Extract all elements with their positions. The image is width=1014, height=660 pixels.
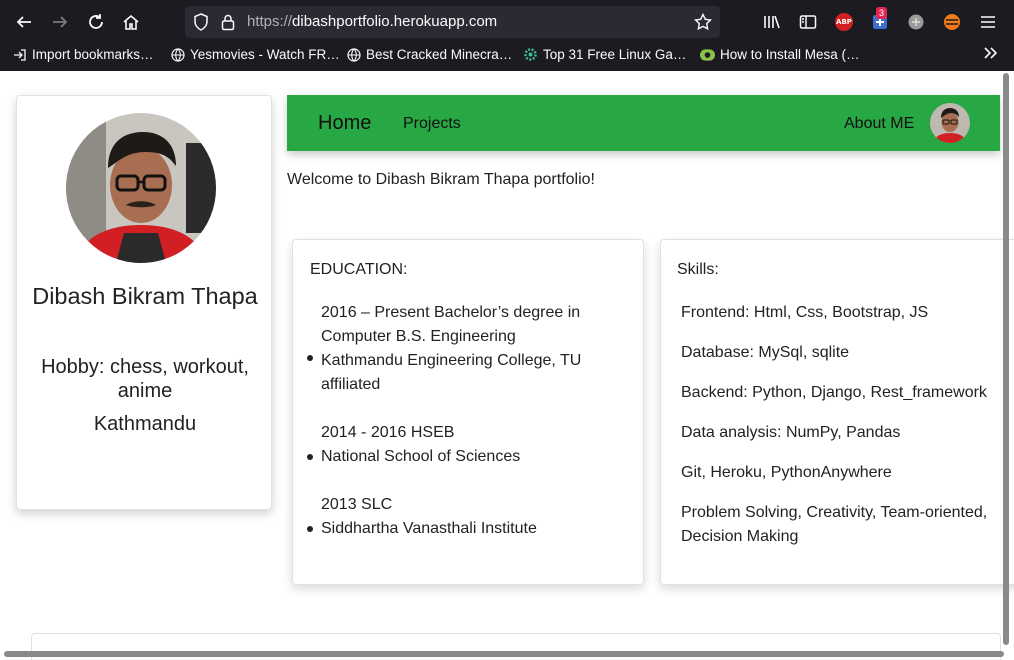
reload-icon bbox=[89, 14, 103, 29]
welcome-text: Welcome to Dibash Bikram Thapa portfolio… bbox=[287, 171, 595, 188]
reload-button[interactable] bbox=[82, 8, 110, 36]
list-item: 2016 – Present Bachelor’s degree in Comp… bbox=[307, 301, 621, 397]
home-button[interactable] bbox=[117, 8, 145, 36]
skills-title: Skills: bbox=[677, 261, 719, 278]
url-text[interactable]: https://dibashportfolio.herokuapp.com bbox=[247, 13, 497, 30]
bullet-icon bbox=[307, 526, 313, 532]
extension-button-2[interactable] bbox=[906, 12, 926, 32]
bookmark-label: Yesmovies - Watch FR… bbox=[190, 47, 340, 62]
bookmark-item[interactable]: Top 31 Free Linux Ga… bbox=[523, 47, 686, 62]
sidebar-icon bbox=[799, 15, 817, 29]
browser-toolbar: https://dibashportfolio.herokuapp.com AB… bbox=[0, 0, 1014, 71]
skill-item: Database: MySql, sqlite bbox=[681, 344, 850, 361]
globe-icon bbox=[346, 47, 361, 62]
bookmark-item[interactable]: Best Cracked Minecra… bbox=[346, 47, 512, 62]
back-button[interactable] bbox=[10, 8, 38, 36]
bookmark-item[interactable]: Yesmovies - Watch FR… bbox=[170, 47, 340, 62]
site-icon bbox=[700, 47, 715, 62]
forward-arrow-icon bbox=[53, 16, 68, 28]
address-bar[interactable]: https://dibashportfolio.herokuapp.com bbox=[185, 6, 720, 38]
hamburger-menu-icon bbox=[981, 16, 995, 28]
library-button[interactable] bbox=[762, 12, 782, 32]
menu-button[interactable] bbox=[978, 12, 998, 32]
lock-icon[interactable] bbox=[221, 13, 235, 31]
extension-button[interactable]: 3 bbox=[870, 7, 890, 32]
bookmark-label: How to Install Mesa (… bbox=[720, 47, 860, 62]
double-chevron-right-icon bbox=[984, 47, 998, 59]
url-scheme: https:// bbox=[247, 13, 293, 30]
bookmark-label: Top 31 Free Linux Ga… bbox=[543, 47, 687, 62]
nav-projects-link[interactable]: Projects bbox=[403, 115, 461, 133]
grey-extension-icon bbox=[908, 14, 924, 30]
skills-card: Skills: Frontend: Html, Css, Bootstrap, … bbox=[660, 239, 1014, 585]
profile-name: Dibash Bikram Thapa bbox=[32, 283, 258, 309]
url-host: dibashportfolio.herokuapp.com bbox=[292, 13, 498, 30]
vertical-scrollbar[interactable] bbox=[1003, 73, 1009, 645]
profile-location: Kathmandu bbox=[93, 413, 197, 435]
library-icon bbox=[764, 15, 780, 29]
skill-item: Problem Solving, Creativity, Team-orient… bbox=[681, 504, 988, 545]
nav-about-link[interactable]: About ME bbox=[844, 115, 914, 133]
profile-photo-icon bbox=[66, 113, 216, 263]
bookmark-item[interactable]: Import bookmarks… bbox=[12, 47, 154, 62]
education-list: 2016 – Present Bachelor’s degree in Comp… bbox=[307, 301, 621, 565]
notification-badge: 3 bbox=[876, 7, 888, 19]
bookmark-star-icon[interactable] bbox=[694, 13, 712, 31]
education-period: 2014 - 2016 HSEB bbox=[321, 424, 455, 441]
skill-item: Backend: Python, Django, Rest_framework bbox=[681, 384, 987, 401]
bookmark-label: Best Cracked Minecra… bbox=[366, 47, 513, 62]
nav-avatar[interactable] bbox=[930, 103, 970, 143]
profile-hobby: Hobby: chess, workout, anime bbox=[41, 356, 249, 402]
forward-button[interactable] bbox=[46, 8, 74, 36]
globe-icon bbox=[170, 47, 185, 62]
education-school: Kathmandu Engineering College, TU affili… bbox=[321, 352, 582, 393]
skill-item: Data analysis: NumPy, Pandas bbox=[681, 424, 901, 441]
list-item: 2014 - 2016 HSEB National School of Scie… bbox=[307, 421, 621, 469]
adblock-button[interactable]: ABP bbox=[834, 12, 854, 32]
profile-card: Dibash Bikram Thapa Hobby: chess, workou… bbox=[16, 95, 272, 510]
nav-home-link[interactable]: Home bbox=[318, 112, 371, 135]
skill-item: Git, Heroku, PythonAnywhere bbox=[681, 464, 892, 481]
import-icon bbox=[12, 47, 27, 62]
shield-icon[interactable] bbox=[193, 13, 209, 31]
bookmarks-overflow-button[interactable] bbox=[983, 46, 999, 60]
extension-button-3[interactable] bbox=[942, 12, 962, 32]
profile-avatar bbox=[66, 113, 216, 263]
education-period: 2013 SLC bbox=[321, 496, 393, 513]
site-navbar: Home Projects About ME bbox=[287, 95, 1000, 151]
bullet-icon bbox=[307, 454, 313, 460]
orange-extension-icon bbox=[944, 14, 960, 30]
bookmarks-toolbar: Import bookmarks… Yesmovies - Watch FR… … bbox=[0, 43, 1014, 70]
gear-icon bbox=[523, 47, 538, 62]
education-period: 2016 – Present Bachelor’s degree in Comp… bbox=[321, 304, 581, 345]
education-school: Siddhartha Vanasthali Institute bbox=[321, 520, 537, 537]
horizontal-scrollbar[interactable] bbox=[4, 651, 1004, 657]
bookmark-item[interactable]: How to Install Mesa (… bbox=[700, 47, 860, 62]
skill-item: Frontend: Html, Css, Bootstrap, JS bbox=[681, 304, 929, 321]
bullet-icon bbox=[307, 355, 313, 361]
avatar-photo-icon bbox=[930, 103, 970, 143]
education-card: EDUCATION: 2016 – Present Bachelor’s deg… bbox=[292, 239, 644, 585]
sidebar-button[interactable] bbox=[798, 12, 818, 32]
back-arrow-icon bbox=[16, 16, 31, 28]
list-item: 2013 SLC Siddhartha Vanasthali Institute bbox=[307, 493, 621, 541]
education-title: EDUCATION: bbox=[310, 261, 408, 278]
page-content: Dibash Bikram Thapa Hobby: chess, workou… bbox=[0, 71, 1014, 660]
education-school: National School of Sciences bbox=[321, 448, 521, 465]
adblock-icon: ABP bbox=[835, 13, 853, 31]
home-icon bbox=[123, 14, 139, 30]
bookmark-label: Import bookmarks… bbox=[32, 47, 154, 62]
